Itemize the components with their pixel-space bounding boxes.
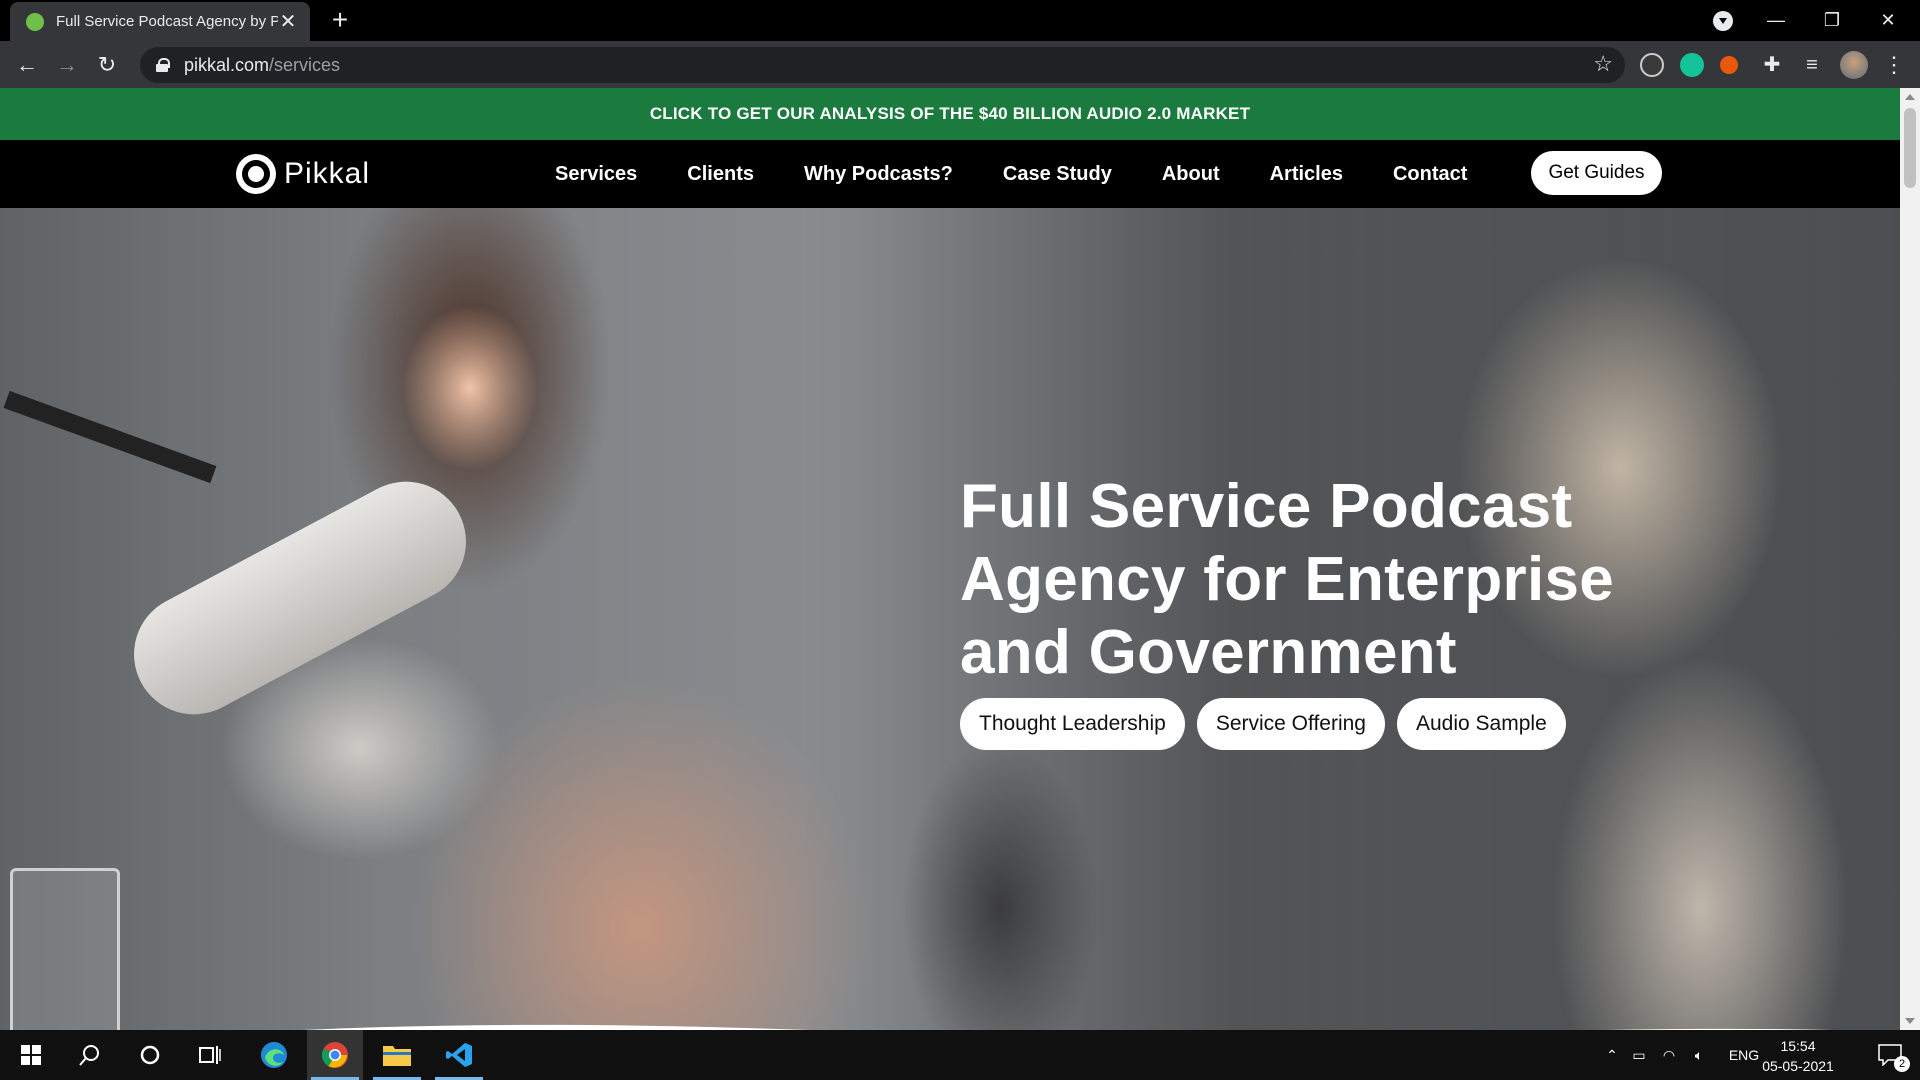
- browser-menu-icon[interactable]: ⋮: [1880, 51, 1908, 79]
- hero-title-line-1: Full Service Podcast: [960, 472, 1573, 541]
- logo-text: Pikkal: [284, 157, 371, 190]
- nav-link-why-podcasts[interactable]: Why Podcasts?: [804, 163, 953, 186]
- browser-tab[interactable]: Full Service Podcast Agency by Pi ✕: [10, 2, 310, 41]
- chrome-icon[interactable]: [307, 1030, 363, 1080]
- hero-title-line-3: and Government: [960, 618, 1457, 687]
- lock-icon[interactable]: [156, 58, 170, 72]
- search-icon[interactable]: [62, 1030, 118, 1080]
- hero-buttons: Thought Leadership Service Offering Audi…: [960, 698, 1578, 750]
- volume-icon[interactable]: 🔈︎: [1684, 1047, 1714, 1064]
- windows-start-icon[interactable]: [3, 1030, 59, 1080]
- hero-title-line-2: Agency for Enterprise: [960, 545, 1615, 614]
- extensions-puzzle-icon[interactable]: ✚: [1758, 51, 1786, 79]
- windows-taskbar: ⌃ ▭ ◠ 🔈︎ ENG 15:54 05-05-2021 2: [0, 1030, 1920, 1080]
- get-guides-button[interactable]: Get Guides: [1531, 151, 1662, 195]
- site-favicon-icon: [26, 12, 44, 31]
- edge-icon[interactable]: [246, 1030, 302, 1080]
- tab-close-icon[interactable]: ✕: [278, 9, 298, 34]
- main-nav: Services Clients Why Podcasts? Case Stud…: [555, 140, 1517, 208]
- hero-wave-divider: [302, 1024, 1832, 1030]
- vscode-icon[interactable]: [431, 1030, 487, 1080]
- web-page: CLICK TO GET OUR ANALYSIS OF THE $40 BIL…: [0, 88, 1900, 1030]
- water-glass-image: [10, 868, 120, 1030]
- extension-grammarly-icon[interactable]: [1680, 53, 1704, 77]
- url-path: /services: [269, 54, 341, 75]
- mic-arm-image: [3, 390, 217, 484]
- page-scrollbar[interactable]: [1900, 88, 1920, 1030]
- notifications-icon[interactable]: 2: [1862, 1030, 1918, 1080]
- minimize-button[interactable]: —: [1748, 0, 1804, 41]
- file-explorer-icon[interactable]: [369, 1030, 425, 1080]
- browser-toolbar: ← → ↻ pikkal.com/services ☆ ✚ ≡ ⋮: [0, 41, 1920, 88]
- restore-button[interactable]: ❐: [1804, 0, 1860, 41]
- show-hidden-icons-icon[interactable]: ⌃: [1600, 1047, 1624, 1064]
- scrollbar-thumb[interactable]: [1904, 108, 1916, 188]
- microphone-image: [112, 460, 488, 736]
- back-icon[interactable]: ←: [13, 51, 41, 79]
- scroll-up-arrow-icon[interactable]: [1905, 94, 1915, 100]
- thought-leadership-button[interactable]: Thought Leadership: [960, 698, 1185, 750]
- browser-tabstrip: Full Service Podcast Agency by Pi ✕ + — …: [0, 0, 1920, 41]
- scroll-down-arrow-icon[interactable]: [1905, 1018, 1915, 1024]
- clock-date: 05-05-2021: [1762, 1058, 1834, 1074]
- battery-icon[interactable]: ▭: [1624, 1047, 1654, 1064]
- nav-link-clients[interactable]: Clients: [687, 163, 754, 186]
- nav-link-articles[interactable]: Articles: [1270, 163, 1343, 186]
- service-offering-button[interactable]: Service Offering: [1196, 698, 1385, 750]
- address-bar[interactable]: pikkal.com/services ☆: [140, 47, 1625, 83]
- task-view-icon[interactable]: [182, 1030, 238, 1080]
- hero-section: Full Service Podcast Agency for Enterpri…: [0, 208, 1900, 1030]
- promo-banner[interactable]: CLICK TO GET OUR ANALYSIS OF THE $40 BIL…: [0, 88, 1900, 140]
- url-host: pikkal.com: [184, 54, 270, 75]
- profile-avatar[interactable]: [1840, 51, 1868, 79]
- nav-link-services[interactable]: Services: [555, 163, 637, 186]
- extension-react-icon[interactable]: [1640, 53, 1664, 77]
- nav-link-case-study[interactable]: Case Study: [1003, 163, 1112, 186]
- wifi-icon[interactable]: ◠: [1654, 1047, 1684, 1064]
- bookmark-star-icon[interactable]: ☆: [1593, 51, 1613, 77]
- cortana-icon[interactable]: [122, 1030, 178, 1080]
- forward-icon[interactable]: →: [53, 51, 81, 79]
- media-queue-icon[interactable]: ≡: [1798, 51, 1826, 79]
- reload-icon[interactable]: ↻: [93, 51, 121, 79]
- notification-count-badge: 2: [1894, 1056, 1910, 1072]
- close-window-button[interactable]: ✕: [1860, 0, 1916, 41]
- clock-time: 15:54: [1780, 1038, 1816, 1054]
- nav-link-about[interactable]: About: [1162, 163, 1220, 186]
- nav-link-contact[interactable]: Contact: [1393, 163, 1467, 186]
- hero-title: Full Service Podcast Agency for Enterpri…: [960, 470, 1720, 689]
- pikkal-logo-icon: [236, 154, 276, 194]
- pikkal-logo[interactable]: Pikkal: [236, 154, 370, 194]
- audio-sample-button[interactable]: Audio Sample: [1397, 698, 1566, 750]
- tab-title: Full Service Podcast Agency by Pi: [56, 13, 278, 30]
- tab-search-icon[interactable]: [1713, 11, 1733, 31]
- site-header: Pikkal Services Clients Why Podcasts? Ca…: [0, 140, 1900, 208]
- new-tab-button[interactable]: +: [325, 6, 355, 36]
- system-clock[interactable]: 15:54 05-05-2021: [1760, 1036, 1836, 1076]
- system-tray: ⌃ ▭ ◠ 🔈︎ ENG: [1600, 1030, 1768, 1080]
- extension-fox-icon[interactable]: [1720, 56, 1738, 74]
